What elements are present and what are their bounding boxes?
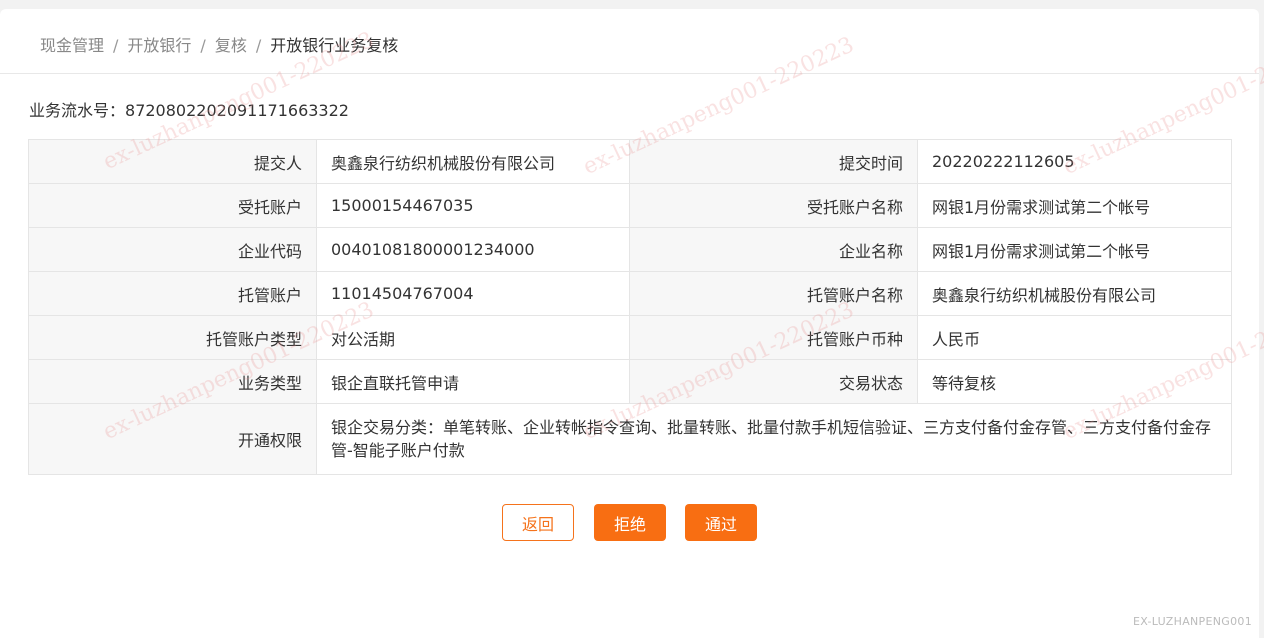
reject-button[interactable]: 拒绝 xyxy=(594,504,666,541)
business-type-label: 业务类型 xyxy=(28,359,317,404)
serial-label: 业务流水号： xyxy=(29,101,126,120)
breadcrumb: 现金管理 / 开放银行 / 复核 / 开放银行业务复核 xyxy=(40,32,398,56)
footer-watermark: EX-LUZHANPENG001 xyxy=(1132,615,1252,628)
serial-value: 87208022020911716633​22 xyxy=(125,101,349,120)
header-divider xyxy=(0,73,1259,74)
breadcrumb-cash-management[interactable]: 现金管理 xyxy=(40,36,104,55)
breadcrumb-separator: / xyxy=(113,36,119,55)
breadcrumb-separator: / xyxy=(200,36,206,55)
breadcrumb-current: 开放银行业务复核 xyxy=(270,36,399,55)
business-type-value: 银企直联托管申请 xyxy=(316,359,630,404)
permissions-label: 开通权限 xyxy=(28,403,317,475)
table-row: 提交人 奥鑫泉行纺织机械股份有限公司 提交时间 20220222112605 xyxy=(28,139,1232,184)
trust-account-name-value: 网银1月份需求测试第二个帐号 xyxy=(917,183,1232,228)
table-row: 托管账户类型 对公活期 托管账户币种 人民币 xyxy=(28,315,1232,360)
serial-number: 业务流水号：87208022020911716633​22 xyxy=(29,97,349,121)
company-name-value: 网银1月份需求测试第二个帐号 xyxy=(917,227,1232,272)
company-code-value: 00401081800001234000 xyxy=(316,227,630,272)
trust-account-label: 受托账户 xyxy=(28,183,317,228)
table-row: 业务类型 银企直联托管申请 交易状态 等待复核 xyxy=(28,359,1232,404)
trade-status-value: 等待复核 xyxy=(917,359,1232,404)
trust-account-name-label: 受托账户名称 xyxy=(629,183,918,228)
breadcrumb-separator: / xyxy=(255,36,262,55)
table-row: 企业代码 00401081800001234000 企业名称 网银1月份需求测试… xyxy=(28,227,1232,272)
pass-button[interactable]: 通过 xyxy=(685,504,757,541)
custody-account-name-value: 奥鑫泉行纺织机械股份有限公司 xyxy=(917,271,1232,316)
permissions-value: 银企交易分类：单笔转账、企业转帐指令查询、批量转账、批量付款手机短信验证、三方支… xyxy=(316,403,1232,475)
detail-table: 提交人 奥鑫泉行纺织机械股份有限公司 提交时间 20220222112605 受… xyxy=(28,139,1232,475)
custody-account-label: 托管账户 xyxy=(28,271,317,316)
table-row: 托管账户 11014504767004 托管账户名称 奥鑫泉行纺织机械股份有限公… xyxy=(28,271,1232,316)
submit-time-label: 提交时间 xyxy=(629,139,918,184)
submit-time-value: 20220222112605 xyxy=(917,139,1232,184)
trade-status-label: 交易状态 xyxy=(629,359,918,404)
custody-account-name-label: 托管账户名称 xyxy=(629,271,918,316)
custody-currency-label: 托管账户币种 xyxy=(629,315,918,360)
submitter-value: 奥鑫泉行纺织机械股份有限公司 xyxy=(316,139,630,184)
table-row: 受托账户 15000154467035 受托账户名称 网银1月份需求测试第二个帐… xyxy=(28,183,1232,228)
table-row: 开通权限 银企交易分类：单笔转账、企业转帐指令查询、批量转账、批量付款手机短信验… xyxy=(28,403,1232,475)
back-button[interactable]: 返回 xyxy=(502,504,574,541)
custody-account-type-value: 对公活期 xyxy=(316,315,630,360)
breadcrumb-review[interactable]: 复核 xyxy=(215,36,247,55)
company-code-label: 企业代码 xyxy=(28,227,317,272)
custody-account-value: 11014504767004 xyxy=(316,271,630,316)
trust-account-value: 15000154467035 xyxy=(316,183,630,228)
breadcrumb-open-banking[interactable]: 开放银行 xyxy=(127,36,191,55)
custody-account-type-label: 托管账户类型 xyxy=(28,315,317,360)
company-name-label: 企业名称 xyxy=(629,227,918,272)
custody-currency-value: 人民币 xyxy=(917,315,1232,360)
submitter-label: 提交人 xyxy=(28,139,317,184)
